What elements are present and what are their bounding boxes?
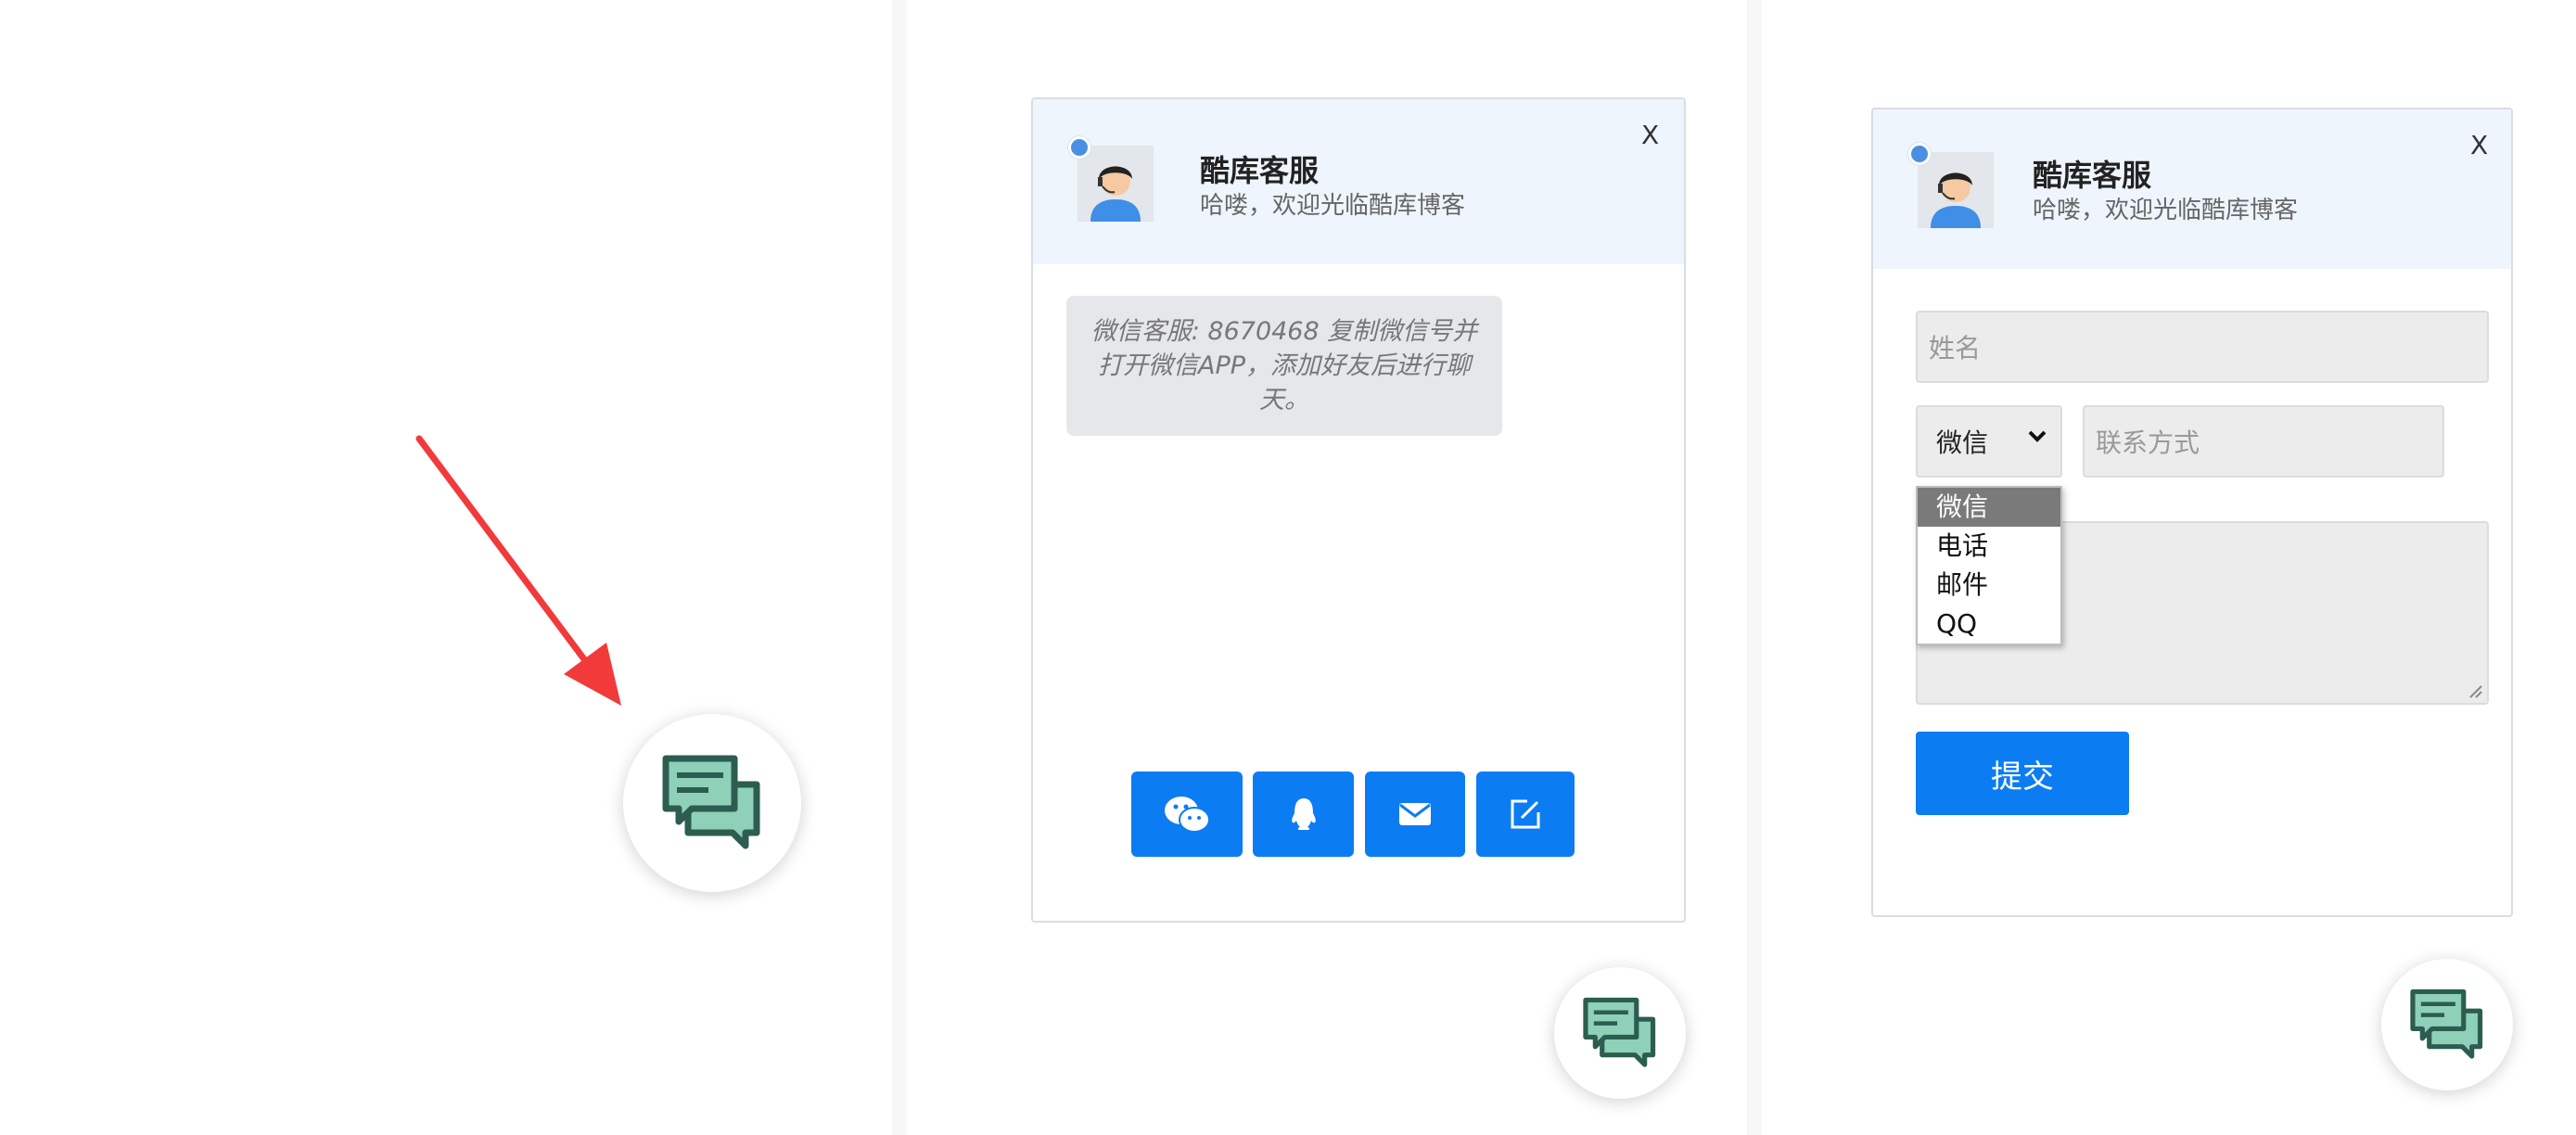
mail-icon: [1399, 803, 1431, 825]
chat-launcher-button[interactable]: [1554, 967, 1686, 1099]
select-value: 微信: [1936, 427, 1989, 458]
chevron-down-icon: [2028, 430, 2047, 442]
dropdown-option[interactable]: QQ: [1918, 605, 2060, 644]
message-line: 打开微信APP，添加好友后进行聊: [1097, 351, 1472, 380]
message-line: 天。: [1259, 386, 1309, 414]
qq-button[interactable]: [1253, 772, 1354, 857]
chat-message-bubble: 微信客服: 8670468 复制微信号并 打开微信APP，添加好友后进行聊 天。: [1066, 296, 1502, 436]
column-divider: [892, 0, 907, 1135]
wechat-button[interactable]: [1131, 772, 1243, 857]
support-agent-icon: [1078, 146, 1154, 222]
annotation-arrow: [415, 435, 621, 706]
chat-bubbles-icon: [662, 755, 760, 849]
panel-header: 酷库客服 哈喽，欢迎光临酷库博客 X: [1033, 99, 1684, 264]
panel-header: 酷库客服 哈喽，欢迎光临酷库博客 X: [1873, 109, 2511, 269]
chat-panel: 酷库客服 哈喽，欢迎光临酷库博客 X 微信客服: 8670468 复制微信号并 …: [1031, 97, 1686, 923]
submit-button[interactable]: 提交: [1916, 732, 2129, 815]
chat-launcher-button[interactable]: [2381, 959, 2513, 1090]
message-line: 微信客服: 8670468 复制微信号并: [1090, 317, 1478, 346]
widget-title: 酷库客服: [1200, 153, 1320, 188]
close-button[interactable]: X: [2470, 130, 2488, 160]
close-button[interactable]: X: [1641, 120, 1659, 150]
widget-greeting: 哈喽，欢迎光临酷库博客: [1200, 192, 1466, 220]
contact-type-select[interactable]: 微信: [1916, 405, 2062, 478]
message-form-button[interactable]: [1476, 772, 1575, 857]
dropdown-option[interactable]: 电话: [1918, 527, 2060, 566]
widget-title: 酷库客服: [2033, 158, 2152, 193]
name-input[interactable]: 姓名: [1916, 311, 2489, 383]
support-agent-icon: [1918, 152, 1994, 228]
agent-avatar: [1918, 152, 1994, 228]
email-button[interactable]: [1365, 772, 1465, 857]
chat-bubbles-icon: [1583, 997, 1656, 1067]
agent-avatar: [1078, 146, 1154, 222]
dropdown-option[interactable]: 微信: [1918, 488, 2060, 527]
online-status-dot: [1908, 143, 1931, 165]
dropdown-option[interactable]: 邮件: [1918, 566, 2060, 605]
resize-handle-icon[interactable]: [2468, 684, 2483, 699]
chat-launcher-button[interactable]: [623, 714, 801, 892]
contact-input[interactable]: 联系方式: [2083, 405, 2444, 478]
online-status-dot: [1068, 136, 1090, 159]
chat-bubbles-icon: [2410, 988, 2483, 1059]
column-divider: [1747, 0, 1762, 1135]
widget-greeting: 哈喽，欢迎光临酷库博客: [2033, 197, 2299, 224]
contact-type-dropdown: 微信 电话 邮件 QQ: [1916, 486, 2062, 645]
wechat-icon: [1165, 797, 1210, 833]
edit-icon: [1511, 799, 1540, 829]
qq-bell-icon: [1291, 798, 1316, 830]
